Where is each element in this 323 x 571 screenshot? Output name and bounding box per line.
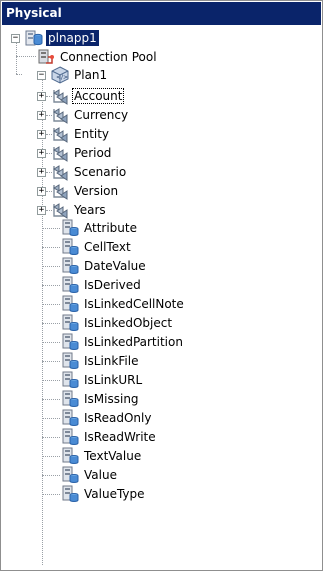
- tree-node-label[interactable]: IsLinkedPartition: [82, 334, 185, 350]
- tree-node-label[interactable]: IsMissing: [82, 391, 141, 407]
- tree-node-column[interactable]: ValueType: [61, 484, 147, 504]
- panel-title: Physical: [2, 2, 321, 25]
- tree-node-column[interactable]: IsLinkURL: [61, 370, 144, 390]
- column-icon: [62, 371, 79, 388]
- tree-node-label[interactable]: IsReadWrite: [82, 429, 158, 445]
- tree-node-label[interactable]: Version: [72, 183, 120, 199]
- tree-node-column[interactable]: TextValue: [61, 446, 143, 466]
- tree-node-label[interactable]: Connection Pool: [58, 49, 159, 65]
- tree-node-column[interactable]: IsReadWrite: [61, 427, 158, 447]
- expand-toggle[interactable]: +: [37, 130, 46, 139]
- svg-text:</>: </>: [56, 74, 68, 81]
- tree-node-label[interactable]: plnapp1: [46, 30, 99, 46]
- expand-toggle[interactable]: +: [37, 168, 46, 177]
- tree-node-label[interactable]: Attribute: [82, 220, 139, 236]
- physical-panel: Physical − plnapp1 Connection Pool − </>…: [0, 0, 323, 571]
- column-icon: [62, 428, 79, 445]
- column-icon: [62, 485, 79, 502]
- tree-node-label[interactable]: Entity: [72, 126, 111, 142]
- tree-node-label[interactable]: DateValue: [82, 258, 148, 274]
- collapse-toggle[interactable]: −: [11, 34, 20, 43]
- expand-toggle[interactable]: +: [37, 187, 46, 196]
- database-icon: [25, 30, 43, 46]
- column-icon: [62, 333, 79, 350]
- collapse-toggle[interactable]: −: [37, 71, 46, 80]
- tree-node-label[interactable]: TextValue: [82, 448, 143, 464]
- column-icon: [62, 276, 79, 293]
- tree-node-column[interactable]: DateValue: [61, 256, 148, 276]
- tree-node-column[interactable]: IsLinkedPartition: [61, 332, 185, 352]
- tree-node-column[interactable]: Attribute: [61, 218, 139, 238]
- tree-node-label[interactable]: IsDerived: [82, 277, 143, 293]
- tree-node-dimension[interactable]: + Years: [37, 200, 108, 220]
- tree-node-column[interactable]: Value: [61, 465, 119, 485]
- tree-node-column[interactable]: IsLinkedObject: [61, 313, 174, 333]
- column-icon: [62, 257, 79, 274]
- column-icon: [62, 238, 79, 255]
- tree-node-label[interactable]: Scenario: [72, 164, 128, 180]
- expand-toggle[interactable]: +: [37, 206, 46, 215]
- tree-node-label[interactable]: IsLinkedObject: [82, 315, 174, 331]
- tree-node-column[interactable]: IsLinkFile: [61, 351, 140, 371]
- expand-toggle[interactable]: +: [37, 111, 46, 120]
- tree-node-label[interactable]: IsLinkURL: [82, 372, 144, 388]
- tree-node-column[interactable]: IsLinkedCellNote: [61, 294, 186, 314]
- column-icon: [62, 352, 79, 369]
- column-icon: [62, 390, 79, 407]
- hierarchy-icon: [53, 108, 68, 124]
- tree-node-label[interactable]: Currency: [72, 107, 130, 123]
- column-icon: [62, 447, 79, 464]
- tree-node-dimension[interactable]: + Account: [37, 86, 125, 106]
- hierarchy-icon: [53, 184, 68, 200]
- hierarchy-icon: [53, 89, 68, 105]
- tree-node-dimension[interactable]: + Scenario: [37, 162, 128, 182]
- tree-node-dimension[interactable]: + Version: [37, 181, 120, 201]
- tree-node-column[interactable]: IsReadOnly: [61, 408, 153, 428]
- tree-node-dimension[interactable]: + Currency: [37, 105, 130, 125]
- expand-toggle[interactable]: +: [37, 149, 46, 158]
- column-icon: [62, 314, 79, 331]
- tree-node-label[interactable]: ValueType: [82, 486, 147, 502]
- tree-node-dimension[interactable]: + Entity: [37, 124, 111, 144]
- tree-node-label[interactable]: CellText: [82, 239, 133, 255]
- connection-pool-icon: [38, 49, 54, 64]
- expand-toggle[interactable]: +: [37, 92, 46, 101]
- tree-node-dimension[interactable]: + Period: [37, 143, 113, 163]
- cube-icon: </>: [51, 66, 69, 84]
- tree-node-plan1[interactable]: − </> Plan1: [37, 65, 109, 85]
- tree-node-connection-pool[interactable]: Connection Pool: [37, 47, 159, 67]
- tree-node-root[interactable]: − plnapp1: [11, 28, 99, 48]
- tree-node-label[interactable]: Years: [72, 202, 108, 218]
- tree-node-column[interactable]: CellText: [61, 237, 133, 257]
- tree-node-label[interactable]: Plan1: [72, 67, 109, 83]
- hierarchy-icon: [53, 165, 68, 181]
- tree-node-label[interactable]: Period: [72, 145, 113, 161]
- column-icon: [62, 295, 79, 312]
- tree-node-label[interactable]: Value: [82, 467, 119, 483]
- hierarchy-icon: [53, 203, 68, 219]
- tree-node-column[interactable]: IsDerived: [61, 275, 143, 295]
- hierarchy-icon: [53, 146, 68, 162]
- tree-node-label[interactable]: IsLinkFile: [82, 353, 140, 369]
- physical-tree: − plnapp1 Connection Pool − </> Plan1 + …: [1, 26, 321, 570]
- hierarchy-icon: [53, 127, 68, 143]
- column-icon: [62, 466, 79, 483]
- tree-node-label[interactable]: Account: [72, 88, 125, 104]
- tree-node-label[interactable]: IsLinkedCellNote: [82, 296, 186, 312]
- column-icon: [62, 409, 79, 426]
- column-icon: [62, 219, 79, 236]
- tree-node-label[interactable]: IsReadOnly: [82, 410, 153, 426]
- tree-node-column[interactable]: IsMissing: [61, 389, 141, 409]
